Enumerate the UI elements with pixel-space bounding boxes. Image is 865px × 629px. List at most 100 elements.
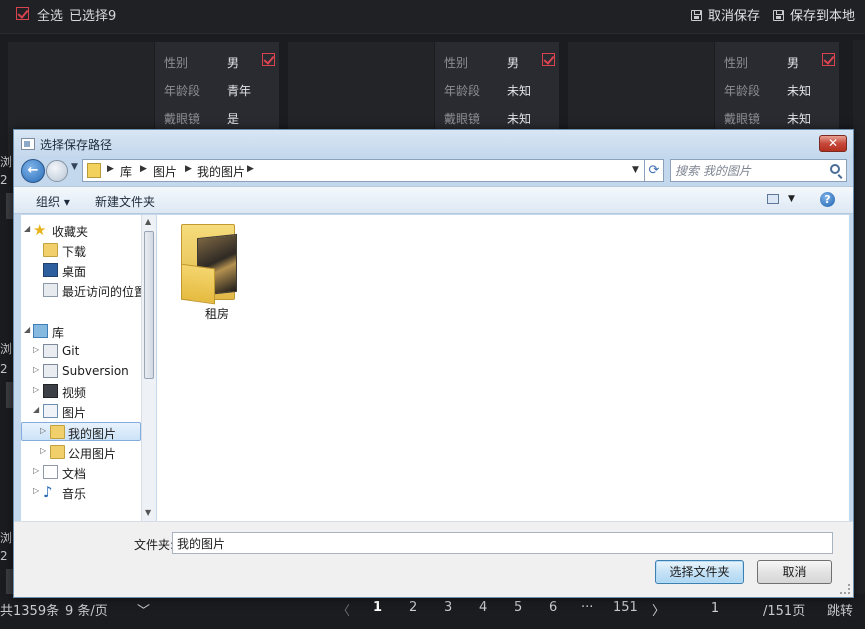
resize-grip-icon[interactable] (840, 584, 850, 594)
expand-triangle-icon[interactable]: ▷ (33, 466, 39, 475)
breadcrumb-separator-icon[interactable]: ▶ (247, 164, 254, 174)
card-checkbox[interactable] (822, 53, 835, 66)
page-ellipsis[interactable]: ··· (581, 600, 593, 615)
attr-value: 是 (227, 112, 240, 126)
nav-label: 收藏夹 (52, 225, 89, 239)
nav-label: 音乐 (62, 487, 87, 501)
expand-triangle-icon[interactable]: ▷ (33, 345, 39, 354)
back-arrow-icon[interactable]: ← (21, 159, 45, 183)
nav-item-libraries[interactable]: ◢ 库 (23, 322, 143, 341)
breadcrumb-separator-icon[interactable]: ▶ (185, 164, 192, 174)
pictures-folder-icon (87, 163, 101, 178)
select-all-label[interactable]: 全选 (37, 5, 63, 24)
expand-triangle-icon[interactable]: ▷ (33, 385, 39, 394)
page-number[interactable]: 5 (514, 600, 522, 615)
view-dropdown-icon[interactable]: ▼ (788, 194, 795, 204)
breadcrumb-pictures[interactable]: 图片 (153, 163, 177, 180)
nav-item-recent[interactable]: 最近访问的位置 (23, 281, 147, 300)
attr-value: 青年 (227, 84, 252, 98)
prev-page-icon[interactable]: 〈 (337, 600, 350, 619)
nav-label: 视频 (62, 386, 87, 400)
address-bar[interactable]: ▶ 库 ▶ 图片 ▶ 我的图片 ▶ ▼ (82, 159, 657, 182)
history-dropdown-icon[interactable]: ▼ (71, 162, 78, 172)
search-input[interactable] (675, 162, 823, 179)
breadcrumb-separator-icon[interactable]: ▶ (140, 164, 147, 174)
nav-item-downloads[interactable]: 下载 (23, 241, 143, 260)
nav-item-pictures[interactable]: ◢ 图片 (23, 402, 143, 421)
search-box[interactable] (670, 159, 847, 182)
nav-item-videos[interactable]: ▷ 视频 (23, 382, 143, 401)
attr-value: 未知 (787, 84, 812, 98)
breadcrumb-my-pictures[interactable]: 我的图片 (197, 163, 245, 180)
page-number[interactable]: 151 (613, 600, 638, 615)
nav-label: 公用图片 (68, 447, 117, 461)
my-pictures-folder-icon (50, 425, 65, 439)
refresh-icon[interactable]: ⟳ (644, 159, 664, 182)
expand-triangle-icon[interactable]: ▷ (40, 446, 46, 455)
card-fragment-text: 2 (0, 549, 8, 563)
collapse-triangle-icon[interactable]: ◢ (24, 325, 30, 334)
attr-label: 戴眼镜 (724, 112, 761, 126)
jump-button[interactable]: 跳转 (827, 600, 853, 619)
dialog-titlebar[interactable]: 选择保存路径 ✕ (14, 130, 853, 158)
page-jump-input[interactable]: 1 (676, 599, 754, 621)
dialog-app-icon (21, 138, 35, 150)
card-checkbox[interactable] (542, 53, 555, 66)
nav-item-favorites[interactable]: ◢ ★ 收藏夹 (23, 221, 143, 240)
selected-count: 已选择9 (69, 9, 117, 24)
select-folder-button[interactable]: 选择文件夹 (655, 560, 744, 584)
floppy-icon (773, 10, 784, 21)
folder-name[interactable]: 租房 (205, 305, 229, 322)
nav-item-public-pictures[interactable]: ▷ 公用图片 (23, 443, 143, 462)
nav-scrollbar[interactable]: ▲ ▼ (141, 215, 156, 521)
expand-triangle-icon[interactable]: ▷ (33, 486, 39, 495)
forward-arrow-icon[interactable] (46, 160, 68, 182)
nav-item-desktop[interactable]: 桌面 (23, 261, 143, 280)
expand-triangle-icon[interactable]: ▷ (40, 426, 46, 435)
help-icon[interactable]: ? (820, 192, 835, 207)
page-size-select[interactable]: 9 条/页 (65, 600, 108, 619)
page-number[interactable]: 3 (444, 600, 452, 615)
nav-label: 最近访问的位置 (62, 285, 147, 299)
new-folder-button[interactable]: 新建文件夹 (95, 193, 155, 210)
collapse-triangle-icon[interactable]: ◢ (24, 224, 30, 233)
nav-item-my-pictures[interactable]: ▷ 我的图片 (21, 422, 141, 441)
scrollbar-thumb[interactable] (144, 231, 154, 379)
save-local-label: 保存到本地 (790, 9, 856, 24)
collapse-triangle-icon[interactable]: ◢ (33, 405, 39, 414)
address-dropdown-icon[interactable]: ▼ (632, 165, 639, 175)
scroll-down-icon[interactable]: ▼ (145, 508, 151, 517)
attr-label: 年龄段 (164, 84, 201, 98)
search-icon[interactable] (830, 164, 840, 174)
git-library-icon (43, 344, 58, 358)
nav-item-git[interactable]: ▷ Git (23, 342, 143, 361)
breadcrumb-library[interactable]: 库 (120, 163, 132, 180)
organize-menu[interactable]: 组织 ▾ (36, 193, 70, 210)
save-local-button[interactable]: 保存到本地 (773, 5, 855, 24)
nav-label: Subversion (62, 364, 129, 378)
nav-item-subversion[interactable]: ▷ Subversion (23, 362, 143, 381)
nav-item-music[interactable]: ▷ ♪ 音乐 (23, 483, 143, 502)
view-mode-icon[interactable] (767, 194, 779, 204)
page-number[interactable]: 1 (373, 600, 382, 615)
breadcrumb-separator-icon[interactable]: ▶ (107, 164, 114, 174)
next-page-icon[interactable]: 〉 (652, 600, 665, 619)
close-button[interactable]: ✕ (819, 135, 847, 152)
pagination: 共1359条 9 条/页 ﹀ 〈 1 2 3 4 5 6 ··· 151 〉 1… (0, 594, 865, 629)
attr-value: 未知 (507, 84, 532, 98)
total-count: 共1359条 (0, 604, 60, 619)
folder-thumbnail-icon[interactable] (179, 224, 237, 305)
scroll-up-icon[interactable]: ▲ (145, 217, 151, 226)
cancel-button[interactable]: 取消 (757, 560, 832, 584)
page-number[interactable]: 2 (409, 600, 417, 615)
page-number[interactable]: 6 (549, 600, 557, 615)
chevron-down-icon[interactable]: ﹀ (137, 600, 150, 619)
dialog-title: 选择保存路径 (40, 138, 113, 152)
cancel-save-button[interactable]: 取消保存 (691, 5, 760, 24)
nav-item-documents[interactable]: ▷ 文档 (23, 463, 143, 482)
expand-triangle-icon[interactable]: ▷ (33, 365, 39, 374)
folder-name-input[interactable] (172, 532, 833, 554)
select-all-checkbox[interactable] (16, 7, 29, 20)
page-number[interactable]: 4 (479, 600, 487, 615)
card-checkbox[interactable] (262, 53, 275, 66)
